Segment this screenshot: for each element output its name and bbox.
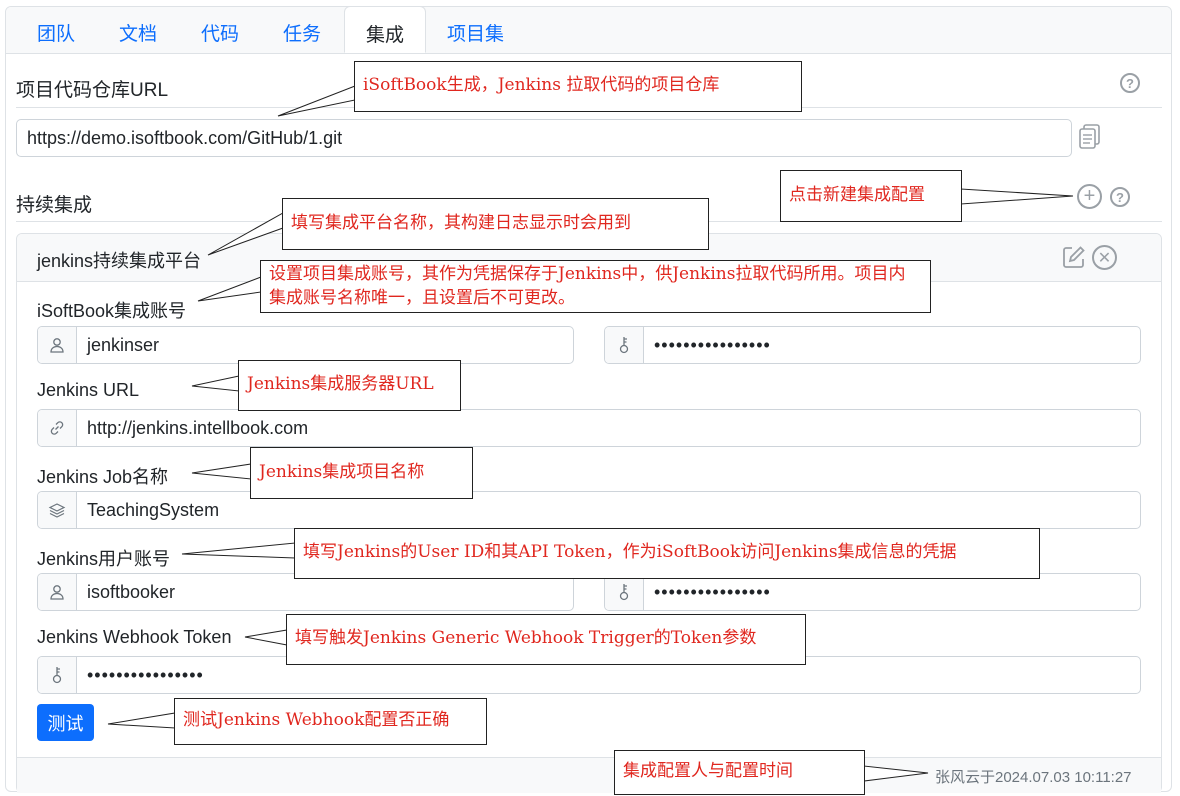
callout-pointer	[197, 276, 262, 302]
callout-platform: 填写集成平台名称，其构建日志显示时会用到	[282, 198, 709, 250]
callout-jenkins-url: Jenkins集成服务器URL	[238, 360, 461, 411]
callout-webhook: 填写触发Jenkins Generic Webhook Trigger的Toke…	[286, 614, 806, 665]
callout-pointer	[207, 212, 284, 256]
callout-add-config: 点击新建集成配置	[780, 170, 962, 222]
callout-pointer	[191, 463, 252, 480]
callout-pointers	[107, 85, 1074, 782]
callout-footer: 集成配置人与配置时间	[614, 750, 865, 795]
callout-pointer	[960, 188, 1074, 205]
callout-pointer	[107, 712, 176, 729]
callout-account: 设置项目集成账号，其作为凭据保存于Jenkins中，供Jenkins拉取代码所用…	[260, 260, 931, 313]
callout-pointer	[191, 375, 240, 392]
callout-user: 填写Jenkins的User ID和其API Token，作为iSoftBook…	[294, 528, 1040, 579]
callout-pointer	[277, 85, 356, 117]
callout-job: Jenkins集成项目名称	[250, 447, 473, 499]
callout-repo: iSoftBook生成，Jenkins 拉取代码的项目仓库	[354, 61, 802, 112]
callout-pointer	[244, 629, 288, 646]
callout-pointer	[181, 542, 296, 559]
callout-test: 测试Jenkins Webhook配置否正确	[174, 698, 487, 745]
callout-pointer	[863, 765, 929, 782]
